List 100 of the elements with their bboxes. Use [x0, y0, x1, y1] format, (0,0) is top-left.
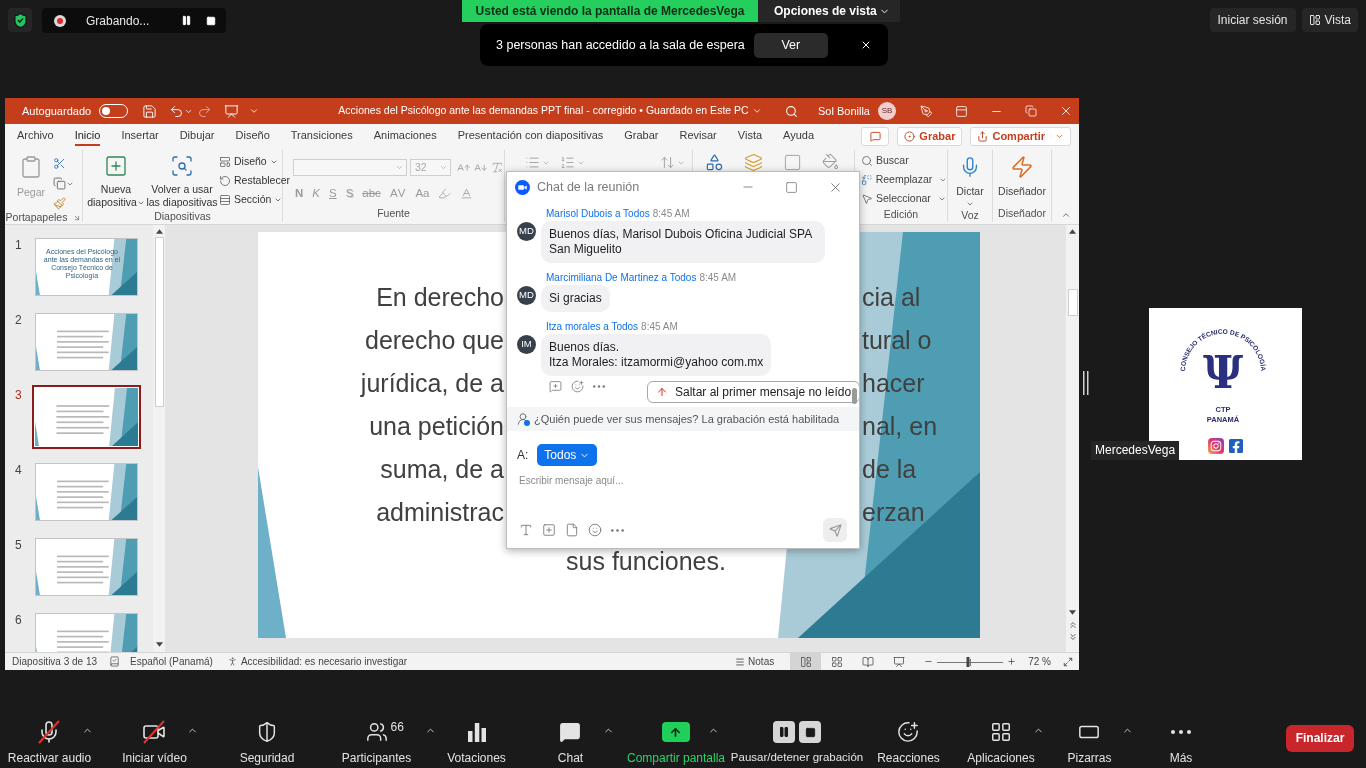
ribbon-tab[interactable]: Archivo [17, 126, 54, 146]
notes-button[interactable]: Notas [735, 654, 775, 669]
ribbon-tab[interactable]: Animaciones [373, 126, 437, 146]
zoom-level[interactable]: 72 % [1028, 654, 1051, 669]
numbered-list-icon[interactable] [560, 155, 575, 170]
font-color-icon[interactable] [460, 186, 474, 200]
emoji-icon[interactable] [588, 523, 602, 537]
find-button[interactable]: Buscar [861, 153, 947, 169]
facebook-icon[interactable] [1228, 438, 1244, 454]
message-input[interactable]: Escribir mensaje aquí... [519, 471, 847, 489]
toolbar-button[interactable]: Iniciar vídeo [122, 708, 187, 768]
comments-button[interactable] [861, 126, 890, 146]
redo-icon[interactable] [197, 103, 213, 119]
maximize-icon[interactable] [785, 180, 798, 194]
more-icon[interactable] [611, 528, 624, 532]
presentation-icon[interactable] [224, 103, 240, 119]
select-button[interactable]: Seleccionar [861, 191, 947, 207]
end-meeting-button[interactable]: Finalizar [1286, 724, 1354, 752]
save-icon[interactable] [142, 103, 158, 119]
replace-button[interactable]: Reemplazar [861, 172, 947, 188]
ribbon-tab[interactable]: Inicio [74, 126, 101, 146]
ribbon-tab[interactable]: Ayuda [783, 126, 815, 146]
previous-slide-icon[interactable] [1067, 620, 1078, 630]
shapes-icon[interactable] [705, 153, 724, 172]
fit-to-window-icon[interactable] [1063, 656, 1073, 667]
scissors-icon[interactable] [53, 157, 67, 170]
toolbar-button[interactable]: Compartir pantalla [626, 708, 725, 768]
reply-icon[interactable] [549, 380, 562, 393]
scroll-down-icon[interactable] [155, 642, 163, 647]
accessibility-status[interactable]: Accesibilidad: es necesario investigar [240, 654, 408, 669]
caret-icon[interactable] [249, 106, 260, 116]
language-label[interactable]: Español (Panamá) [130, 654, 213, 669]
restore-icon[interactable] [1025, 105, 1037, 117]
clear-formatting-icon[interactable] [491, 161, 504, 174]
search-icon[interactable] [785, 104, 798, 118]
toolbar-button[interactable]: Participantes 66 [341, 708, 412, 768]
copy-icon[interactable] [53, 177, 67, 190]
toolbar-button[interactable]: Reacciones [877, 708, 940, 768]
toolbar-button[interactable]: Pizarras [1067, 708, 1112, 768]
scrollbar-thumb[interactable] [1067, 289, 1078, 316]
paint-bucket-icon[interactable] [822, 153, 839, 170]
instagram-icon[interactable] [1208, 438, 1224, 454]
slide-option-button[interactable]: Diseño [219, 154, 291, 170]
pause-icon[interactable] [181, 15, 192, 26]
scroll-up-icon[interactable] [155, 229, 163, 234]
scroll-down-icon[interactable] [1069, 610, 1076, 615]
bullet-list-icon[interactable] [525, 155, 540, 170]
shield-icon[interactable] [8, 8, 32, 32]
ribbon-tab[interactable]: Diseño [235, 126, 270, 146]
jump-to-unread-button[interactable]: Saltar al primer mensaje no leído [647, 381, 859, 403]
ribbon-tab[interactable]: Revisar [679, 126, 717, 146]
designer-button[interactable]: Diseñador [993, 150, 1051, 200]
view-button[interactable]: Vista [1301, 8, 1358, 32]
zoom-in-icon[interactable] [1007, 657, 1017, 666]
scroll-up-icon[interactable] [1069, 229, 1076, 234]
collapse-ribbon-icon[interactable] [1061, 210, 1071, 220]
add-reaction-icon[interactable] [571, 380, 584, 393]
reuse-slides-button[interactable]: Volver a usar las diapositivas [147, 154, 217, 209]
text-format-icon[interactable] [519, 523, 533, 537]
ribbon-tab[interactable]: Transiciones [290, 126, 353, 146]
dialog-launcher-icon[interactable] [73, 213, 82, 222]
square-icon[interactable] [783, 153, 802, 172]
font-name-field[interactable] [293, 159, 407, 176]
slide-option-button[interactable]: Sección [219, 192, 291, 208]
record-button[interactable]: Grabar [897, 126, 963, 146]
normal-view-button[interactable] [790, 653, 822, 670]
book-check-icon[interactable] [109, 656, 121, 667]
share-button[interactable]: Compartir [970, 126, 1071, 146]
file-icon[interactable] [565, 523, 579, 537]
close-icon[interactable] [860, 39, 872, 51]
dictate-button[interactable]: Dictar [948, 150, 992, 208]
toolbar-button[interactable]: Pausar/detener grabación [730, 708, 864, 768]
stop-icon[interactable] [206, 15, 216, 26]
scrollbar-thumb[interactable] [852, 388, 857, 404]
slide-thumbnail[interactable] [32, 385, 141, 449]
new-slide-button[interactable]: Nueva diapositiva [89, 154, 143, 209]
toolbar-button[interactable]: Seguridad [239, 708, 295, 768]
ribbon-tab[interactable]: Dibujar [179, 126, 215, 146]
toolbar-button[interactable]: Aplicaciones [967, 708, 1035, 768]
send-button[interactable] [823, 518, 847, 542]
ribbon-tab[interactable]: Vista [737, 126, 763, 146]
ribbon-tab[interactable]: Insertar [121, 126, 159, 146]
zoom-slider-track[interactable] [937, 655, 1004, 668]
toolbar-button[interactable]: Chat [557, 708, 584, 768]
ribbon-tab[interactable]: Grabar [624, 126, 659, 146]
format-painter-icon[interactable] [53, 197, 67, 210]
ribbon-tab[interactable]: Presentación con diapositivas [457, 126, 604, 146]
toolbar-button[interactable]: Reactivar audio [7, 708, 92, 768]
accessibility-icon[interactable] [226, 656, 238, 667]
view-options-button[interactable]: Opciones de vista [758, 0, 900, 22]
view-waiting-room-button[interactable]: Ver [753, 32, 828, 58]
sign-in-button[interactable]: Iniciar sesión [1209, 8, 1296, 32]
more-icon[interactable] [593, 385, 605, 388]
pen-icon[interactable] [920, 104, 933, 118]
toolbar-button[interactable]: Más [1169, 708, 1193, 768]
caret-icon[interactable] [751, 106, 762, 116]
recipient-dropdown[interactable]: Todos [537, 444, 598, 466]
layers-icon[interactable] [744, 153, 763, 172]
toolbar-button[interactable]: Votaciones [447, 708, 506, 768]
user-avatar[interactable]: SB [878, 102, 896, 120]
